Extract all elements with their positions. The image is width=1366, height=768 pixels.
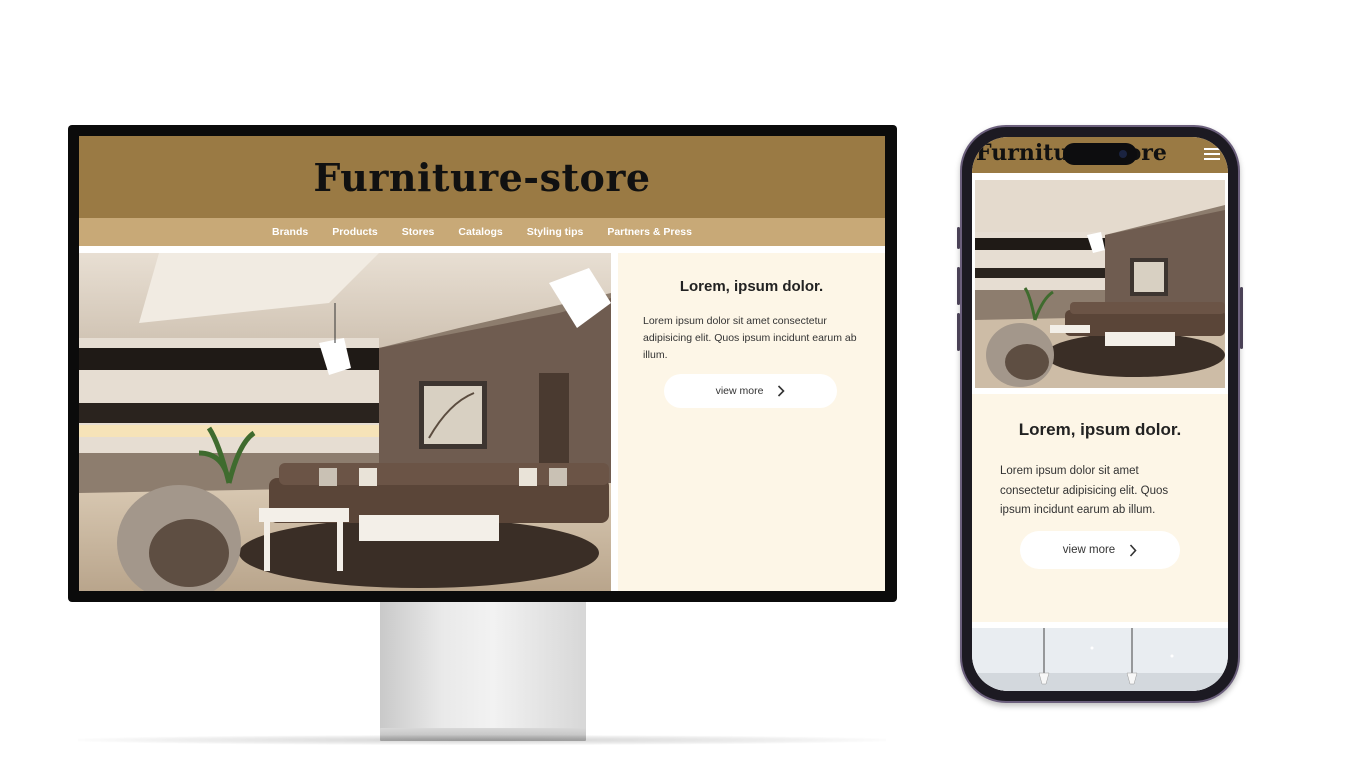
- living-room-photo: [79, 253, 611, 591]
- hero-card: Lorem, ipsum dolor. Lorem ipsum dolor si…: [618, 253, 885, 591]
- monitor-stand-neck: [380, 602, 586, 730]
- nav-item-stores[interactable]: Stores: [402, 226, 435, 238]
- device-mockup-stage: Furniture-store Brands Products Stores C…: [0, 0, 1366, 768]
- site-title[interactable]: Furniture-store: [313, 155, 650, 200]
- mobile-view-more-label: view more: [1062, 544, 1116, 556]
- phone-device: Furniture-store: [957, 125, 1243, 703]
- mobile-hero-heading: Lorem, ipsum dolor.: [1018, 420, 1182, 439]
- nav-item-brands[interactable]: Brands: [272, 226, 308, 238]
- living-room-photo: [975, 180, 1225, 388]
- mobile-hero-image: [975, 180, 1225, 388]
- desktop-screen: Furniture-store Brands Products Stores C…: [79, 136, 885, 591]
- mobile-view-more-button[interactable]: view more: [1020, 531, 1180, 569]
- desktop-monitor: Furniture-store Brands Products Stores C…: [68, 125, 897, 602]
- hero-image: [79, 253, 611, 591]
- phone-screen: Furniture-store: [972, 137, 1228, 691]
- phone-volume-up-button: [957, 267, 960, 305]
- hero-heading: Lorem, ipsum dolor.: [679, 278, 824, 295]
- phone-volume-down-button: [957, 313, 960, 351]
- nav-item-catalogs[interactable]: Catalogs: [458, 226, 502, 238]
- floor-shadow: [78, 735, 886, 745]
- nav-item-partners-press[interactable]: Partners & Press: [607, 226, 692, 238]
- mobile-hero-card: Lorem, ipsum dolor. Lorem ipsum dolor si…: [972, 394, 1228, 622]
- kitchen-photo: [972, 628, 1228, 691]
- dynamic-island: [1063, 143, 1137, 165]
- view-more-button[interactable]: view more: [664, 374, 837, 408]
- site-header: Furniture-store: [79, 136, 885, 218]
- hamburger-menu-icon[interactable]: [1204, 148, 1220, 160]
- nav-item-styling-tips[interactable]: Styling tips: [527, 226, 584, 238]
- mobile-hero-body-text: Lorem ipsum dolor sit amet consectetur a…: [1000, 465, 1169, 516]
- main-nav: Brands Products Stores Catalogs Styling …: [79, 218, 885, 246]
- phone-power-button: [1240, 287, 1243, 349]
- nav-item-products[interactable]: Products: [332, 226, 378, 238]
- mobile-next-section-image: [972, 628, 1228, 691]
- chevron-right-icon: [778, 385, 786, 397]
- phone-action-button: [957, 227, 960, 249]
- view-more-label: view more: [715, 385, 764, 397]
- chevron-right-icon: [1130, 543, 1137, 557]
- hero-body-text: Lorem ipsum dolor sit amet consectetur a…: [643, 315, 857, 361]
